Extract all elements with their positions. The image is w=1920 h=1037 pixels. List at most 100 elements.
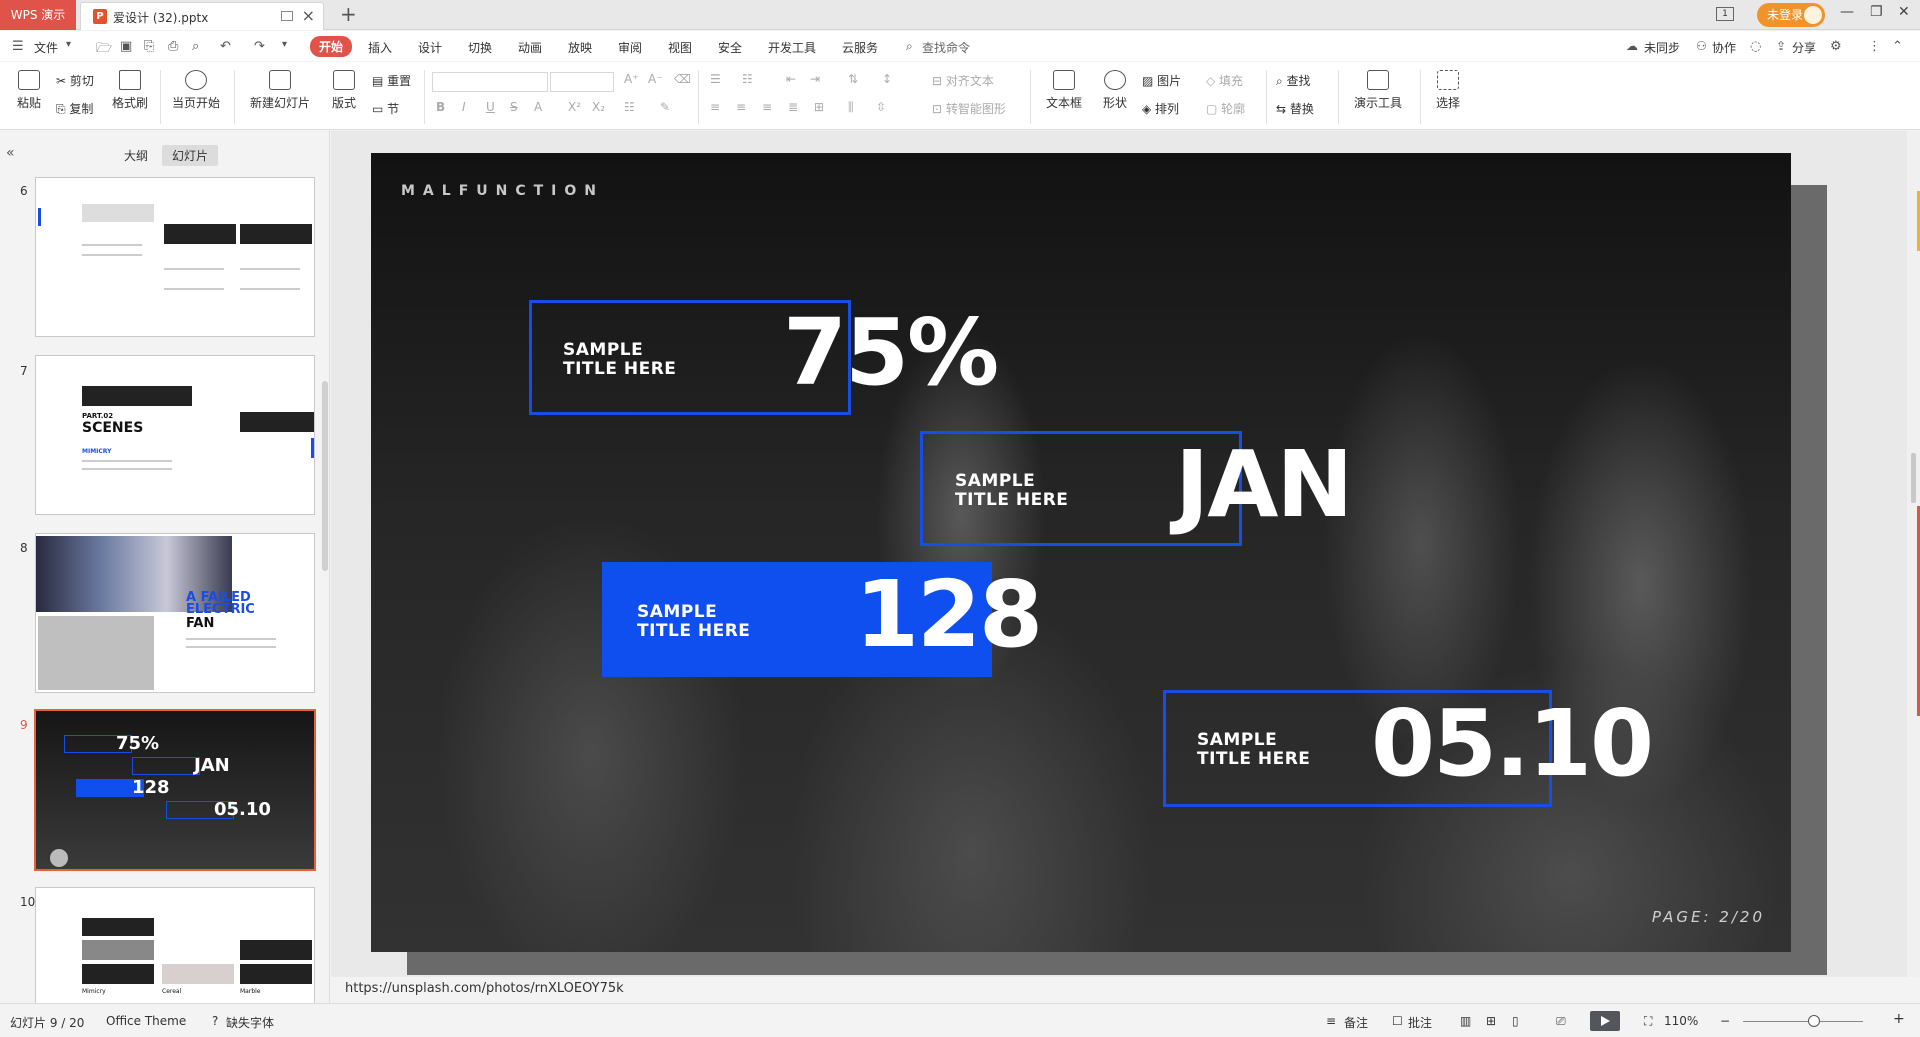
superscript-icon[interactable]: X²: [568, 100, 581, 114]
font-name-select[interactable]: [432, 72, 548, 92]
zoom-slider-track[interactable]: [1743, 1021, 1863, 1022]
collapse-ribbon-icon[interactable]: ⌃: [1892, 39, 1903, 54]
slide-thumbnail-10[interactable]: Mimicry Cereal Marble: [35, 887, 315, 1005]
menu-review[interactable]: 审阅: [618, 39, 642, 56]
missing-font-button[interactable]: 缺失字体: [226, 1014, 274, 1031]
align-text-button[interactable]: ⊟ 对齐文本: [932, 72, 994, 89]
menu-developer[interactable]: 开发工具: [768, 39, 816, 56]
menu-slideshow[interactable]: 放映: [568, 39, 592, 56]
increase-font-icon[interactable]: A⁺: [624, 72, 639, 86]
menu-file[interactable]: 文件: [34, 39, 58, 56]
text-direction-icon[interactable]: ⇅: [848, 72, 858, 86]
menu-design[interactable]: 设计: [418, 39, 442, 56]
zoom-in-icon[interactable]: +: [1893, 1011, 1905, 1027]
font-size-select[interactable]: [550, 72, 614, 92]
cut-button[interactable]: ✂ 剪切: [56, 72, 94, 89]
decrease-font-icon[interactable]: A⁻: [648, 72, 663, 86]
notes-toggle[interactable]: 备注: [1344, 1014, 1368, 1031]
comment-icon[interactable]: ◌: [1750, 39, 1761, 54]
chevron-down-icon[interactable]: ▾: [66, 39, 71, 50]
close-window-icon[interactable]: ✕: [1898, 4, 1910, 20]
collapse-panel-icon[interactable]: «: [6, 145, 15, 161]
login-button[interactable]: 未登录: [1757, 3, 1825, 27]
thumb-play-icon[interactable]: [50, 849, 68, 867]
clear-format-icon[interactable]: ⌫: [674, 72, 691, 86]
menu-insert[interactable]: 插入: [368, 39, 392, 56]
format-painter-button[interactable]: 格式刷: [108, 70, 152, 111]
layout-button[interactable]: 版式: [326, 70, 362, 111]
align-left-icon[interactable]: ≡: [710, 100, 720, 114]
reset-button[interactable]: ▤ 重置: [372, 72, 411, 89]
presentation-tools-button[interactable]: 演示工具: [1346, 70, 1410, 111]
comments-toggle[interactable]: 批注: [1408, 1014, 1432, 1031]
line-spacing-icon[interactable]: ↕: [882, 72, 892, 86]
justify-icon[interactable]: ≣: [788, 100, 798, 114]
sync-status[interactable]: 未同步: [1644, 39, 1680, 56]
normal-view-icon[interactable]: ▥: [1460, 1014, 1471, 1028]
outline-button[interactable]: ▢ 轮廓: [1206, 100, 1245, 117]
font-color-icon[interactable]: A: [534, 100, 542, 114]
paste-button[interactable]: 粘贴: [12, 70, 46, 111]
share-button[interactable]: 分享: [1792, 39, 1816, 56]
restore-icon[interactable]: ❐: [1870, 4, 1883, 20]
print-icon[interactable]: ⎙: [168, 39, 178, 54]
smart-graphic-button[interactable]: ⊡ 转智能图形: [932, 100, 1006, 117]
print-preview-icon[interactable]: ⌕: [192, 39, 199, 54]
zoom-slider-handle[interactable]: [1808, 1015, 1820, 1027]
play-from-current-button[interactable]: 当页开始: [166, 70, 226, 111]
tab-outline[interactable]: 大纲: [114, 145, 158, 166]
slide-thumbnail-7[interactable]: PART.02 SCENES MIMICRY: [35, 355, 315, 515]
minimize-icon[interactable]: —: [1840, 4, 1854, 20]
hamburger-menu-icon[interactable]: ☰: [12, 39, 24, 54]
shape-button[interactable]: 形状: [1096, 70, 1134, 111]
underline-icon[interactable]: U: [486, 100, 495, 114]
menu-transition[interactable]: 切换: [468, 39, 492, 56]
window-mode-icon[interactable]: [281, 11, 293, 21]
paragraph-spacing-icon[interactable]: ⇳: [876, 100, 886, 114]
menu-security[interactable]: 安全: [718, 39, 742, 56]
subscript-icon[interactable]: X₂: [592, 100, 605, 114]
workspace-scrollbar[interactable]: [1907, 131, 1920, 977]
collaborate-button[interactable]: 协作: [1712, 39, 1736, 56]
highlight-icon[interactable]: ✎: [660, 100, 670, 114]
copy-button[interactable]: ⎘ 复制: [56, 100, 93, 117]
replace-button[interactable]: ⇆ 替换: [1276, 100, 1314, 117]
new-tab-icon[interactable]: +: [340, 2, 357, 26]
strikethrough-icon[interactable]: S: [510, 100, 518, 114]
new-slide-button[interactable]: 新建幻灯片: [244, 70, 316, 111]
italic-icon[interactable]: I: [462, 100, 466, 114]
more-options-icon[interactable]: ⋮: [1868, 39, 1881, 54]
close-tab-icon[interactable]: ×: [302, 6, 315, 25]
notes-url[interactable]: https://unsplash.com/photos/rnXLOEOY75k: [345, 981, 624, 996]
export-icon[interactable]: ⎘: [144, 39, 154, 54]
menu-view[interactable]: 视图: [668, 39, 692, 56]
document-tab[interactable]: P 爱设计 (32).pptx ×: [80, 2, 324, 30]
align-right-icon[interactable]: ≡: [762, 100, 772, 114]
textbox-button[interactable]: 文本框: [1040, 70, 1088, 111]
section-button[interactable]: ▭ 节: [372, 100, 399, 117]
slideshow-play-button[interactable]: [1590, 1011, 1620, 1031]
slide-thumbnail-8[interactable]: A FAILED ELECTRIC FAN: [35, 533, 315, 693]
settings-gear-icon[interactable]: ⚙: [1830, 39, 1842, 54]
menu-animation[interactable]: 动画: [518, 39, 542, 56]
theme-name[interactable]: Office Theme: [106, 1014, 186, 1028]
slide-sorter-icon[interactable]: ⊞: [1486, 1014, 1496, 1028]
thumbnail-scrollbar[interactable]: [322, 381, 328, 571]
slide-thumbnail-9[interactable]: 75% JAN 128 05.10: [34, 709, 316, 871]
undo-icon[interactable]: ↶: [220, 39, 231, 54]
increase-indent-icon[interactable]: ⇥: [810, 72, 820, 86]
bullet-list-icon[interactable]: ☰: [710, 72, 721, 86]
open-folder-icon[interactable]: 🗁: [96, 39, 112, 61]
reading-view-icon[interactable]: ▯: [1512, 1014, 1519, 1028]
numbered-list-icon[interactable]: ☷: [742, 72, 753, 86]
quick-access-more-icon[interactable]: ▾: [282, 39, 287, 50]
scroll-thumb[interactable]: [1911, 453, 1916, 503]
arrange-button[interactable]: ◈ 排列: [1142, 100, 1179, 117]
slide-canvas[interactable]: MALFUNCTION SAMPLE TITLE HERE 75% SAMPLE…: [371, 153, 1791, 952]
menu-home[interactable]: 开始: [310, 36, 353, 57]
menu-cloud-service[interactable]: 云服务: [842, 39, 878, 56]
select-button[interactable]: 选择: [1428, 70, 1468, 111]
fit-window-icon[interactable]: ⛶: [1644, 1014, 1652, 1029]
tab-slides[interactable]: 幻灯片: [162, 145, 219, 166]
zoom-level[interactable]: 110%: [1664, 1014, 1698, 1028]
